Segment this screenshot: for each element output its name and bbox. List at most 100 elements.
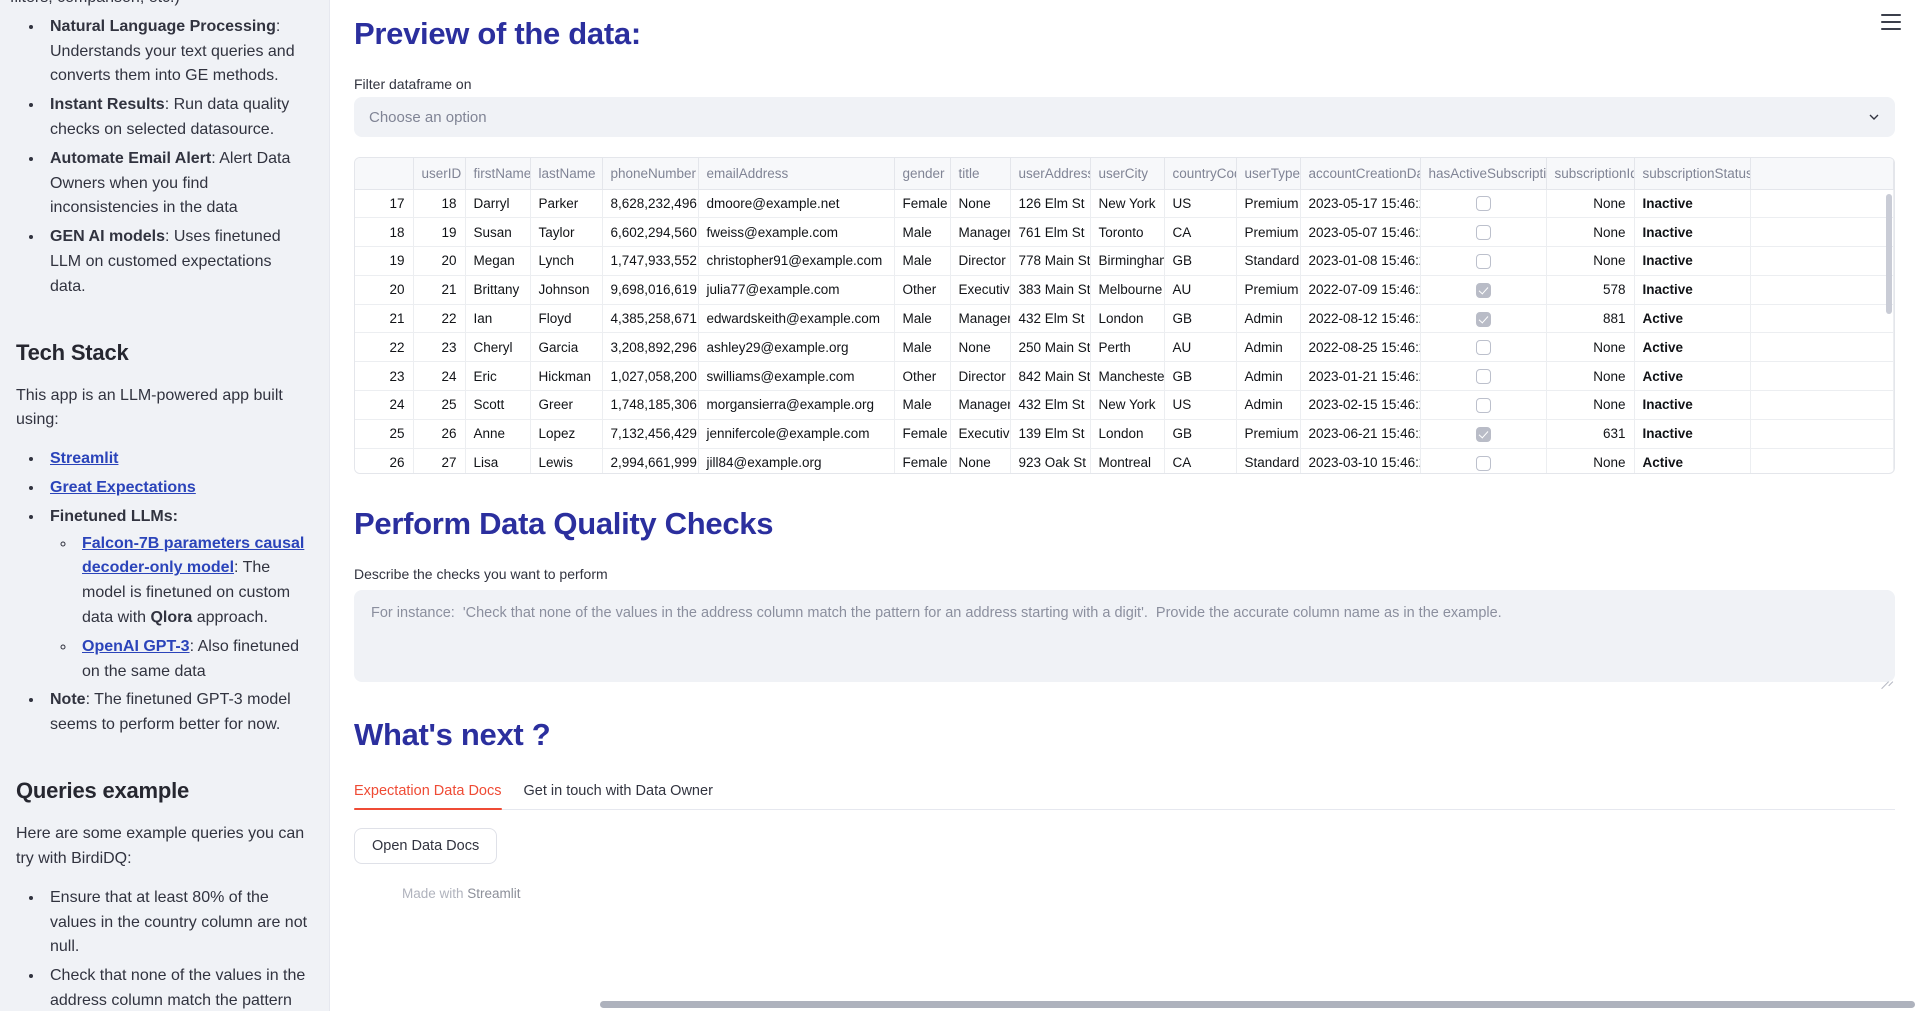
column-header-blank[interactable] <box>355 158 414 190</box>
checkbox-checked-icon[interactable] <box>1475 282 1491 298</box>
table-row[interactable]: 21 22 Ian Floyd 4,385,258,671 edwardskeith@ex… <box>355 304 1894 334</box>
cell-userCity: Perth <box>1090 332 1165 363</box>
cell-countryCode: US <box>1164 189 1237 219</box>
cell-userCity: Birmingham <box>1090 246 1165 276</box>
cell-subscriptionStatus: Inactive <box>1634 275 1751 305</box>
column-header-subscriptionStatus[interactable]: subscriptionStatus <box>1634 158 1751 190</box>
tab-expectation-data-docs[interactable]: Expectation Data Docs <box>354 779 502 810</box>
column-header-blank[interactable] <box>1750 158 1894 190</box>
cell-title: Manager <box>950 390 1011 420</box>
cell-hasActiveSubscription[interactable] <box>1420 189 1547 219</box>
table-row[interactable]: 25 26 Anne Lopez 7,132,456,429 jennifercole@e… <box>355 419 1894 449</box>
checkbox-unchecked-icon[interactable] <box>1475 455 1491 471</box>
preview-section-title: Preview of the data: <box>354 16 641 51</box>
data-quality-section-title: Perform Data Quality Checks <box>354 506 774 541</box>
cell-accountCreationDate: 2023-05-07 15:46:22 <box>1300 217 1421 248</box>
cell-subscriptionStatus: Active <box>1634 332 1751 363</box>
cell-hasActiveSubscription[interactable] <box>1420 246 1547 276</box>
filter-dataframe-select[interactable]: Choose an option <box>354 97 1895 137</box>
cell-idx: 25 <box>355 419 414 449</box>
column-header-emailAddress[interactable]: emailAddress <box>698 158 895 190</box>
cell-hasActiveSubscription[interactable] <box>1420 419 1547 449</box>
checkbox-unchecked-icon[interactable] <box>1475 196 1491 212</box>
tab-get-in-touch-with-data-owner[interactable]: Get in touch with Data Owner <box>524 779 713 809</box>
checkbox-unchecked-icon[interactable] <box>1475 397 1491 413</box>
column-header-phoneNumber[interactable]: phoneNumber <box>602 158 699 190</box>
cell-userType: Premium <box>1236 217 1301 248</box>
cell-hasActiveSubscription[interactable] <box>1420 304 1547 334</box>
checkbox-unchecked-icon[interactable] <box>1475 369 1491 385</box>
list-item: Finetuned LLMs: Falcon-7B parameters cau… <box>44 505 310 685</box>
table-row[interactable]: 23 24 Eric Hickman 1,027,058,200 swilliams@ex… <box>355 361 1894 392</box>
link-streamlit[interactable]: Streamlit <box>50 450 118 467</box>
cell-userAddress: 126 Elm St <box>1010 189 1091 219</box>
cell-userType: Admin <box>1236 361 1301 392</box>
cell-subscriptionStatus: Active <box>1634 448 1751 473</box>
column-header-accountCreationDate[interactable]: accountCreationDate <box>1300 158 1421 190</box>
column-header-gender[interactable]: gender <box>894 158 951 190</box>
hamburger-menu-icon[interactable] <box>1877 9 1905 35</box>
cell-userID: 24 <box>413 361 466 392</box>
column-header-lastName[interactable]: lastName <box>530 158 603 190</box>
table-row[interactable]: 26 27 Lisa Lewis 2,994,661,999 jill84@example… <box>355 448 1894 473</box>
cell-hasActiveSubscription[interactable] <box>1420 332 1547 363</box>
table-row[interactable]: 18 19 Susan Taylor 6,602,294,560 fweiss@examp… <box>355 217 1894 248</box>
checkbox-unchecked-icon[interactable] <box>1475 340 1491 356</box>
cell-gender: Male <box>894 304 951 334</box>
column-header-firstName[interactable]: firstName <box>465 158 531 190</box>
cell-emailAddress: jill84@example.org <box>698 448 895 473</box>
page-horizontal-scrollbar[interactable] <box>600 1001 1915 1008</box>
table-row[interactable]: 24 25 Scott Greer 1,748,185,306 morgansierra@… <box>355 390 1894 420</box>
open-data-docs-button[interactable]: Open Data Docs <box>354 828 498 864</box>
checkbox-unchecked-icon[interactable] <box>1475 225 1491 241</box>
checkbox-checked-icon[interactable] <box>1475 311 1491 327</box>
table-row[interactable]: 19 20 Megan Lynch 1,747,933,552 christopher91… <box>355 246 1894 276</box>
cell-idx: 21 <box>355 304 414 334</box>
column-header-userCity[interactable]: userCity <box>1090 158 1165 190</box>
column-header-userAddress[interactable]: userAddress <box>1010 158 1091 190</box>
cell-hasActiveSubscription[interactable] <box>1420 361 1547 392</box>
cell-hasActiveSubscription[interactable] <box>1420 448 1547 473</box>
cell-title: None <box>950 189 1011 219</box>
queries-example-heading: Queries example <box>16 778 190 804</box>
cell-hasActiveSubscription[interactable] <box>1420 217 1547 248</box>
cell-subscriptionId: None <box>1546 390 1635 420</box>
cell-firstName: Lisa <box>465 448 531 473</box>
cell-userCity: Toronto <box>1090 217 1165 248</box>
table-row[interactable]: 20 21 Brittany Johnson 9,698,016,619 julia77@… <box>355 275 1894 305</box>
cell-gender: Other <box>894 361 951 392</box>
cell-tail <box>1750 217 1894 248</box>
link-great-expectations[interactable]: Great Expectations <box>50 479 196 496</box>
cell-userCity: London <box>1090 304 1165 334</box>
checkbox-checked-icon[interactable] <box>1475 426 1491 442</box>
cell-hasActiveSubscription[interactable] <box>1420 390 1547 420</box>
cell-gender: Male <box>894 390 951 420</box>
column-header-title[interactable]: title <box>950 158 1011 190</box>
column-header-subscriptionId[interactable]: subscriptionId <box>1546 158 1635 190</box>
footer-brand: Streamlit <box>467 886 521 901</box>
main-content: Preview of the data: Filter dataframe on… <box>330 0 1919 1011</box>
cell-userID: 21 <box>413 275 466 305</box>
table-row[interactable]: 17 18 Darryl Parker 8,628,232,496 dmoore@exam… <box>355 189 1894 219</box>
column-header-userID[interactable]: userID <box>413 158 466 190</box>
cell-lastName: Parker <box>530 189 603 219</box>
describe-checks-input[interactable] <box>354 590 1895 682</box>
cell-subscriptionId: 881 <box>1546 304 1635 334</box>
cell-userAddress: 761 Elm St <box>1010 217 1091 248</box>
cell-userID: 20 <box>413 246 466 276</box>
cell-hasActiveSubscription[interactable] <box>1420 275 1547 305</box>
whats-next-section-title: What's next ? <box>354 717 551 752</box>
column-header-countryCode[interactable]: countryCode <box>1164 158 1237 190</box>
table-row[interactable]: 22 23 Cheryl Garcia 3,208,892,296 ashley29@ex… <box>355 332 1894 363</box>
cell-idx: 20 <box>355 275 414 305</box>
link-openai-gpt3[interactable]: OpenAI GPT-3 <box>82 638 190 655</box>
cell-countryCode: CA <box>1164 448 1237 473</box>
data-preview-table[interactable]: userID firstName lastName phoneNumber emailA… <box>354 157 1895 474</box>
link-falcon-7b[interactable]: Falcon-7B parameters causal decoder-only… <box>82 535 304 577</box>
checkbox-unchecked-icon[interactable] <box>1475 253 1491 269</box>
column-header-hasActiveSubscription[interactable]: hasActiveSubscription <box>1420 158 1547 190</box>
cell-accountCreationDate: 2022-08-25 15:46:22 <box>1300 332 1421 363</box>
table-vertical-scrollbar[interactable] <box>1886 194 1892 314</box>
column-header-userType[interactable]: userType <box>1236 158 1301 190</box>
tech-stack-heading: Tech Stack <box>16 339 129 365</box>
